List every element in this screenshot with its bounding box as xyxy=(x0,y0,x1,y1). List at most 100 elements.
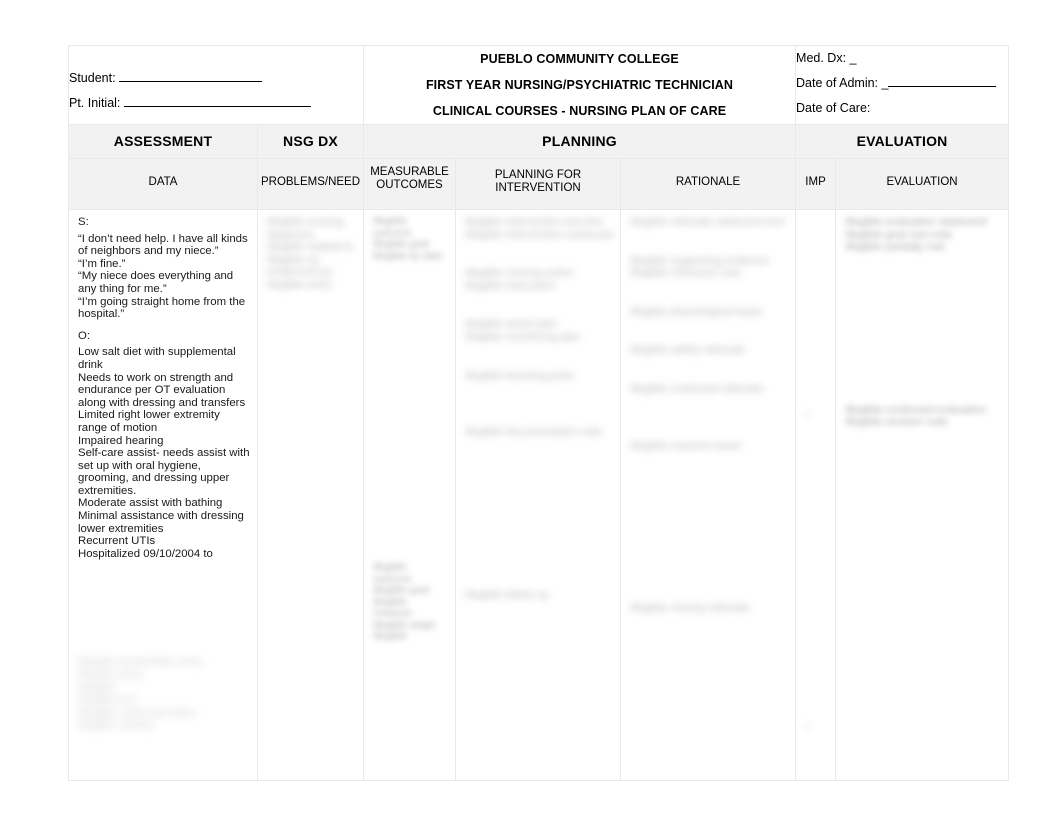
group-header-assessment: ASSESSMENT xyxy=(68,124,258,159)
document-page: Student: Pt. Initial: PUEBLO COMMUNITY C… xyxy=(0,0,1062,822)
measurable-outcomes-redacted-top: Illegible outcome Illegible goal Illegib… xyxy=(373,216,448,262)
redacted-line: Illegible related to xyxy=(267,241,354,254)
redacted-line: Illegible text xyxy=(78,694,137,707)
redacted-line: Illegible monitoring plan xyxy=(465,330,581,343)
redacted-line: Illegible evaluation statement xyxy=(845,216,987,228)
cell-planning-for-intervention[interactable]: Illegible intervention text line Illegib… xyxy=(455,209,621,781)
redacted-line: Illegible as evidenced by xyxy=(267,253,332,279)
objective-item: Impaired hearing xyxy=(78,434,164,447)
redacted-line: Illegible follow up xyxy=(465,588,549,601)
form-info-row: Student: Pt. Initial: PUEBLO COMMUNITY C… xyxy=(68,45,1010,125)
objective-item: Recurrent UTIs xyxy=(78,535,156,548)
cell-imp[interactable]: x x xyxy=(795,209,837,781)
subheader-planning-for-intervention-line2: INTERVENTION xyxy=(495,182,581,194)
subheader-measurable-outcomes: MEASURABLE OUTCOMES xyxy=(363,158,456,210)
redacted-line: Illegible closing rationale xyxy=(630,602,750,615)
redacted-line: Illegible nursing action xyxy=(465,267,574,280)
form-name: CLINICAL COURSES - NURSING PLAN OF CARE xyxy=(432,104,727,118)
redacted-line: Illegible intervention continued xyxy=(465,228,613,241)
redacted-line: Illegible closing xyxy=(78,719,153,732)
redacted-line: x xyxy=(805,721,811,733)
redacted-line: Illegible continued notes xyxy=(78,706,197,719)
subheader-rationale: RATIONALE xyxy=(619,158,797,210)
pt-initial-field-line: Pt. Initial: xyxy=(69,91,363,116)
group-header-evaluation: EVALUATION xyxy=(795,124,1010,159)
cell-problems-need[interactable]: Illegible nursing diagnosis Illegible re… xyxy=(257,209,364,781)
subheader-measurable-outcomes-line1: MEASURABLE xyxy=(370,166,449,178)
date-of-admin-label: Date of Admin: xyxy=(796,76,879,90)
student-info-cell: Student: Pt. Initial: xyxy=(68,45,364,125)
objective-item: Limited right lower extremity range of m… xyxy=(78,409,220,434)
student-input-blank[interactable] xyxy=(119,81,263,82)
objective-item: Self-care assist- needs assist with set … xyxy=(78,447,250,497)
redacted-line: Illegible physiological basis xyxy=(630,305,763,318)
pt-initial-label: Pt. Initial: xyxy=(69,96,121,110)
imp-redacted-top: x xyxy=(805,410,828,422)
evaluation-redacted-block: Illegible evaluation statement Illegible… xyxy=(845,216,1001,429)
objective-item: Low salt diet with supplemental drink xyxy=(78,346,236,371)
subjective-item: “I don’t need help. I have all kinds of … xyxy=(78,232,248,258)
redacted-line: Illegible documentation note xyxy=(465,426,602,439)
objective-item: Needs to work on strength and endurance … xyxy=(78,371,246,409)
imp-redacted-bottom: x xyxy=(805,722,828,734)
date-of-care-field-line: Date of Care: xyxy=(796,96,1008,121)
redacted-line: Illegible goal xyxy=(373,585,429,596)
redacted-line: Illegible handwritten entry xyxy=(78,656,203,669)
subheader-evaluation: EVALUATION xyxy=(835,158,1010,210)
student-field-line: Student: xyxy=(69,66,363,91)
column-subheader-row: DATA PROBLEMS/NEED MEASURABLE OUTCOMES P… xyxy=(68,158,1010,210)
group-header-planning: PLANNING xyxy=(362,124,797,159)
subheader-planning-for-intervention: PLANNING FOR INTERVENTION xyxy=(455,158,621,210)
redacted-line: Illegible outcome xyxy=(373,562,412,585)
subheader-imp: IMP xyxy=(795,158,837,210)
med-dx-value[interactable]: _ xyxy=(850,51,857,65)
date-of-admin-field-line: Date of Admin: _ xyxy=(796,71,1008,96)
redacted-line: Illegible safety rationale xyxy=(630,344,745,357)
date-of-admin-input-blank[interactable] xyxy=(888,86,997,87)
program-name: FIRST YEAR NURSING/PSYCHIATRIC TECHNICIA… xyxy=(425,78,734,92)
redacted-line: Illegible revision note xyxy=(845,416,948,429)
redacted-line: Illegible rationale statement text xyxy=(630,216,785,228)
plan-content-row: S: “I don’t need help. I have all kinds … xyxy=(68,209,1010,781)
redacted-line: Illegible continued rationale xyxy=(630,382,764,395)
redacted-line: Illegible goal met note xyxy=(845,228,953,241)
med-dx-field-line: Med. Dx: _ xyxy=(796,46,1008,71)
cell-rationale[interactable]: Illegible rationale statement text Illeg… xyxy=(619,209,797,781)
cell-measurable-outcomes[interactable]: Illegible outcome Illegible goal Illegib… xyxy=(363,209,456,781)
redacted-line: Illegible instruction xyxy=(465,279,556,292)
cell-evaluation[interactable]: Illegible evaluation statement Illegible… xyxy=(835,209,1010,781)
subjective-item: “My niece does everything and any thing … xyxy=(78,270,234,295)
date-of-admin-value: _ xyxy=(881,76,889,90)
med-dx-label: Med. Dx: xyxy=(796,51,847,65)
redacted-line: Illegible by date xyxy=(373,250,443,262)
redacted-line: Illegible outcome basis xyxy=(630,439,742,452)
subjective-label: S: xyxy=(78,216,89,228)
planning-intervention-redacted-block: Illegible intervention text line Illegib… xyxy=(465,216,613,601)
redacted-line: Illegible intervention text line xyxy=(465,216,604,228)
cell-data[interactable]: S: “I don’t need help. I have all kinds … xyxy=(68,209,258,781)
redacted-line: x xyxy=(805,410,811,421)
redacted-line: Illegible xyxy=(373,631,407,642)
redacted-line: Illegible assist plan xyxy=(465,318,558,331)
nursing-plan-of-care-table: Student: Pt. Initial: PUEBLO COMMUNITY C… xyxy=(68,45,1010,781)
measurable-outcomes-redacted-bottom: Illegible outcome Illegible goal Illegib… xyxy=(373,562,448,643)
group-header-nsg-dx: NSG DX xyxy=(257,124,364,159)
problems-need-redacted-block: Illegible nursing diagnosis Illegible re… xyxy=(267,216,356,292)
pt-initial-input-blank[interactable] xyxy=(123,106,311,107)
redacted-line: Illegible outcome xyxy=(373,216,412,239)
redacted-line: Illegible entry xyxy=(267,278,332,291)
redacted-line: Illegible xyxy=(78,681,116,694)
subheader-planning-for-intervention-line1: PLANNING FOR xyxy=(494,169,582,181)
student-label: Student: xyxy=(69,71,116,85)
data-column-content: S: “I don’t need help. I have all kinds … xyxy=(78,216,250,560)
redacted-line: Illegible measure xyxy=(373,596,412,620)
rationale-redacted-block: Illegible rationale statement text Illeg… xyxy=(630,216,788,615)
subheader-measurable-outcomes-line2: OUTCOMES xyxy=(376,179,443,191)
data-redacted-block: Illegible handwritten entry Illegible en… xyxy=(78,656,250,732)
redacted-line: Illegible goal xyxy=(373,239,429,250)
redacted-line: Illegible reference note xyxy=(630,267,742,280)
objective-item: Moderate assist with bathing xyxy=(78,497,223,510)
patient-dates-cell: Med. Dx: _ Date of Admin: _ Date of Care… xyxy=(795,45,1010,125)
redacted-line: Illegible teaching point xyxy=(465,369,574,382)
redacted-line: Illegible continued evaluation xyxy=(845,403,987,416)
